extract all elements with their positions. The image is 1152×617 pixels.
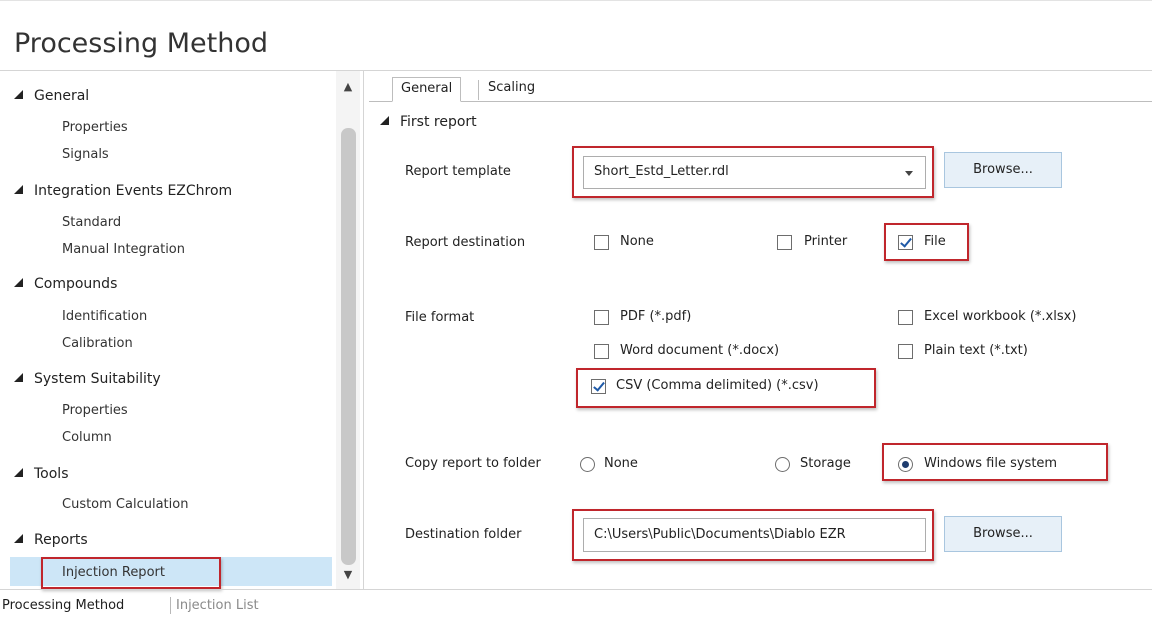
format-pdf-checkbox[interactable] [594, 310, 609, 325]
format-word-checkbox[interactable] [594, 344, 609, 359]
report-template-select[interactable]: Short_Estd_Letter.rdl [583, 156, 926, 189]
destination-file-checkbox[interactable] [898, 235, 913, 250]
nav-item-signals[interactable]: Signals [62, 147, 109, 162]
collapse-triangle-icon [14, 90, 23, 99]
format-excel-checkbox[interactable] [898, 310, 913, 325]
chevron-down-icon [905, 171, 913, 176]
copy-none-label: None [604, 456, 638, 471]
format-pdf-label: PDF (*.pdf) [620, 309, 692, 324]
tab-general[interactable]: General [392, 77, 462, 102]
nav-item-suitability-properties[interactable]: Properties [62, 403, 128, 418]
destination-printer-checkbox[interactable] [777, 235, 792, 250]
first-report-group-header[interactable]: First report [380, 114, 477, 130]
collapse-triangle-icon [14, 468, 23, 477]
destination-printer-label: Printer [804, 234, 848, 249]
nav-selection-highlight [10, 557, 332, 586]
nav-item-identification[interactable]: Identification [62, 309, 147, 324]
copy-windows-radio[interactable] [898, 457, 913, 472]
nav-section-compounds[interactable]: Compounds [14, 276, 117, 292]
scroll-up-arrow-icon[interactable]: ▲ [341, 80, 355, 94]
nav-section-tools[interactable]: Tools [14, 466, 69, 482]
bottom-tab-separator [170, 597, 171, 614]
tab-scaling[interactable]: Scaling [480, 77, 543, 102]
copy-none-radio[interactable] [580, 457, 595, 472]
nav-section-reports[interactable]: Reports [14, 532, 88, 548]
nav-section-label: Integration Events EZChrom [34, 183, 233, 199]
file-format-label: File format [405, 310, 475, 325]
copy-windows-label: Windows file system [924, 456, 1058, 471]
format-plain-text-checkbox[interactable] [898, 344, 913, 359]
copy-storage-label: Storage [800, 456, 851, 471]
browse-template-button[interactable]: Browse... [944, 152, 1062, 188]
nav-section-label: General [34, 88, 90, 104]
destination-none-checkbox[interactable] [594, 235, 609, 250]
format-word-label: Word document (*.docx) [620, 343, 780, 358]
nav-item-column[interactable]: Column [62, 430, 112, 445]
tab-injection-list[interactable]: Injection List [176, 598, 259, 613]
tab-processing-method[interactable]: Processing Method [2, 598, 124, 613]
collapse-triangle-icon [380, 116, 389, 125]
browse-folder-button[interactable]: Browse... [944, 516, 1062, 552]
nav-section-label: System Suitability [34, 371, 161, 387]
nav-section-label: Compounds [34, 276, 118, 292]
nav-item-manual-integration[interactable]: Manual Integration [62, 242, 185, 257]
collapse-triangle-icon [14, 278, 23, 287]
report-template-label: Report template [405, 164, 511, 179]
format-plain-text-label: Plain text (*.txt) [924, 343, 1028, 358]
destination-folder-field[interactable]: C:\Users\Public\Documents\Diablo EZR [583, 518, 926, 552]
scroll-down-arrow-icon[interactable]: ▼ [341, 568, 355, 582]
nav-item-custom-calculation[interactable]: Custom Calculation [62, 497, 188, 512]
panel-divider [363, 71, 364, 589]
nav-section-general[interactable]: General [14, 88, 89, 104]
collapse-triangle-icon [14, 185, 23, 194]
nav-item-general-properties[interactable]: Properties [62, 120, 128, 135]
copy-to-folder-label: Copy report to folder [405, 456, 541, 471]
destination-none-label: None [620, 234, 654, 249]
collapse-triangle-icon [14, 534, 23, 543]
format-csv-checkbox[interactable] [591, 379, 606, 394]
report-destination-label: Report destination [405, 235, 526, 250]
nav-item-injection-report[interactable]: Injection Report [62, 565, 165, 580]
tab-separator [478, 80, 479, 100]
report-template-value: Short_Estd_Letter.rdl [594, 164, 729, 179]
bottom-tab-border [0, 589, 1152, 590]
nav-section-label: Reports [34, 532, 88, 548]
format-excel-label: Excel workbook (*.xlsx) [924, 309, 1077, 324]
copy-storage-radio[interactable] [775, 457, 790, 472]
scrollbar-thumb[interactable] [341, 128, 356, 565]
nav-section-system-suitability[interactable]: System Suitability [14, 371, 161, 387]
top-border [0, 0, 1152, 1]
nav-section-integration-events[interactable]: Integration Events EZChrom [14, 183, 232, 199]
format-csv-label: CSV (Comma delimited) (*.csv) [616, 378, 819, 393]
nav-item-standard[interactable]: Standard [62, 215, 121, 230]
destination-file-label: File [924, 234, 946, 249]
group-label: First report [400, 114, 477, 130]
nav-item-calibration[interactable]: Calibration [62, 336, 133, 351]
page-title: Processing Method [14, 28, 269, 59]
collapse-triangle-icon [14, 373, 23, 382]
nav-section-label: Tools [34, 466, 69, 482]
destination-folder-label: Destination folder [405, 527, 522, 542]
